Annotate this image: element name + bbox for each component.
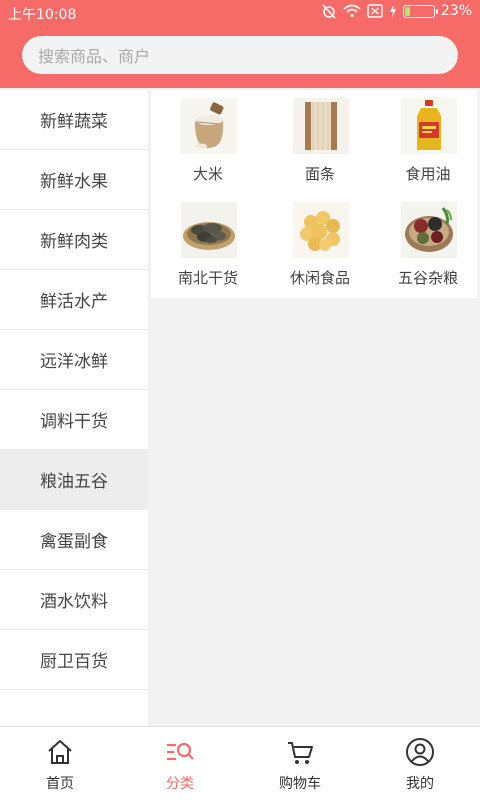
profile-icon <box>406 738 434 766</box>
product-item-noodles[interactable]: 面条 <box>266 90 374 194</box>
snack-icon <box>293 202 349 258</box>
tab-label: 我的 <box>406 776 434 792</box>
sidebar-item-label: 酒水饮料 <box>40 592 108 612</box>
sidebar-item-label: 新鲜肉类 <box>40 232 108 252</box>
sidebar-item-label: 远洋冰鲜 <box>40 352 108 372</box>
product-label: 五谷杂粮 <box>397 269 458 287</box>
sidebar-item-drinks[interactable]: 酒水饮料 <box>0 570 148 630</box>
status-time: 上午10:08 <box>8 7 77 23</box>
product-item-dried-goods[interactable]: 南北干货 <box>154 194 262 298</box>
tab-home[interactable]: 首页 <box>0 727 120 800</box>
product-label: 面条 <box>304 165 335 183</box>
sidebar-item-label: 禽蛋副食 <box>40 532 108 552</box>
alarm-off-icon <box>321 3 337 19</box>
sidebar-item-label: 粮油五谷 <box>40 472 108 492</box>
sidebar-item-kitchenware[interactable]: 厨卫百货 <box>0 630 148 690</box>
battery-level <box>404 6 410 16</box>
battery-percent: 23% <box>440 3 472 19</box>
rice-sack-icon <box>181 98 237 154</box>
charging-icon <box>389 4 397 18</box>
subcategory-grid: 大米 面条 食用油 南北干货 休闲食品 五谷杂粮 <box>151 90 477 298</box>
header: 上午10:08 23% 搜索商品、商户 <box>0 0 480 88</box>
category-sidebar: 新鲜蔬菜 新鲜水果 新鲜肉类 鲜活水产 远洋冰鲜 调料干货 粮油五谷 禽蛋副食 … <box>0 90 148 726</box>
sidebar-item-label: 鲜活水产 <box>40 292 108 312</box>
dried-mushroom-icon <box>181 202 237 258</box>
tab-label: 分类 <box>166 776 194 792</box>
product-label: 食用油 <box>405 165 451 183</box>
product-label: 大米 <box>192 165 223 183</box>
search-input[interactable]: 搜索商品、商户 <box>22 36 458 74</box>
product-label: 休闲食品 <box>289 269 350 287</box>
battery-icon <box>402 4 438 18</box>
sidebar-item-eggs-poultry[interactable]: 禽蛋副食 <box>0 510 148 570</box>
sidebar-item-vegetables[interactable]: 新鲜蔬菜 <box>0 90 148 150</box>
sidebar-item-frozen-seafood[interactable]: 远洋冰鲜 <box>0 330 148 390</box>
home-icon <box>48 740 72 764</box>
wifi-icon <box>343 4 361 18</box>
tab-label: 购物车 <box>279 776 321 792</box>
sim-icon <box>367 4 383 18</box>
search-placeholder: 搜索商品、商户 <box>38 47 151 66</box>
sidebar-item-aquatic[interactable]: 鲜活水产 <box>0 270 148 330</box>
sidebar-item-label: 新鲜蔬菜 <box>40 112 108 132</box>
sidebar-item-grain-oil[interactable]: 粮油五谷 <box>0 450 148 510</box>
subcategory-content: 大米 面条 食用油 南北干货 休闲食品 五谷杂粮 <box>148 90 480 726</box>
tab-cart[interactable]: 购物车 <box>240 727 360 800</box>
status-bar: 上午10:08 23% <box>0 0 480 26</box>
sidebar-item-fruits[interactable]: 新鲜水果 <box>0 150 148 210</box>
cart-icon <box>288 742 313 764</box>
cooking-oil-icon <box>401 98 457 154</box>
product-item-snacks[interactable]: 休闲食品 <box>266 194 374 298</box>
sidebar-item-label: 调料干货 <box>40 412 108 432</box>
sidebar-item-label: 新鲜水果 <box>40 172 108 192</box>
product-item-cooking-oil[interactable]: 食用油 <box>374 90 480 194</box>
tab-profile[interactable]: 我的 <box>360 727 480 800</box>
product-label: 南北干货 <box>177 269 238 287</box>
sidebar-item-meat[interactable]: 新鲜肉类 <box>0 210 148 270</box>
bottom-tab-bar: 首页 分类 购物车 我的 <box>0 726 480 800</box>
noodles-icon <box>293 98 349 154</box>
sidebar-item-label: 厨卫百货 <box>40 652 108 672</box>
product-item-grains[interactable]: 五谷杂粮 <box>374 194 480 298</box>
status-icons: 23% <box>321 3 472 19</box>
tab-category[interactable]: 分类 <box>120 727 240 800</box>
sidebar-item-seasoning[interactable]: 调料干货 <box>0 390 148 450</box>
category-icon <box>167 742 194 761</box>
grains-icon <box>401 202 457 258</box>
tab-label: 首页 <box>46 776 74 792</box>
product-item-rice[interactable]: 大米 <box>154 90 262 194</box>
